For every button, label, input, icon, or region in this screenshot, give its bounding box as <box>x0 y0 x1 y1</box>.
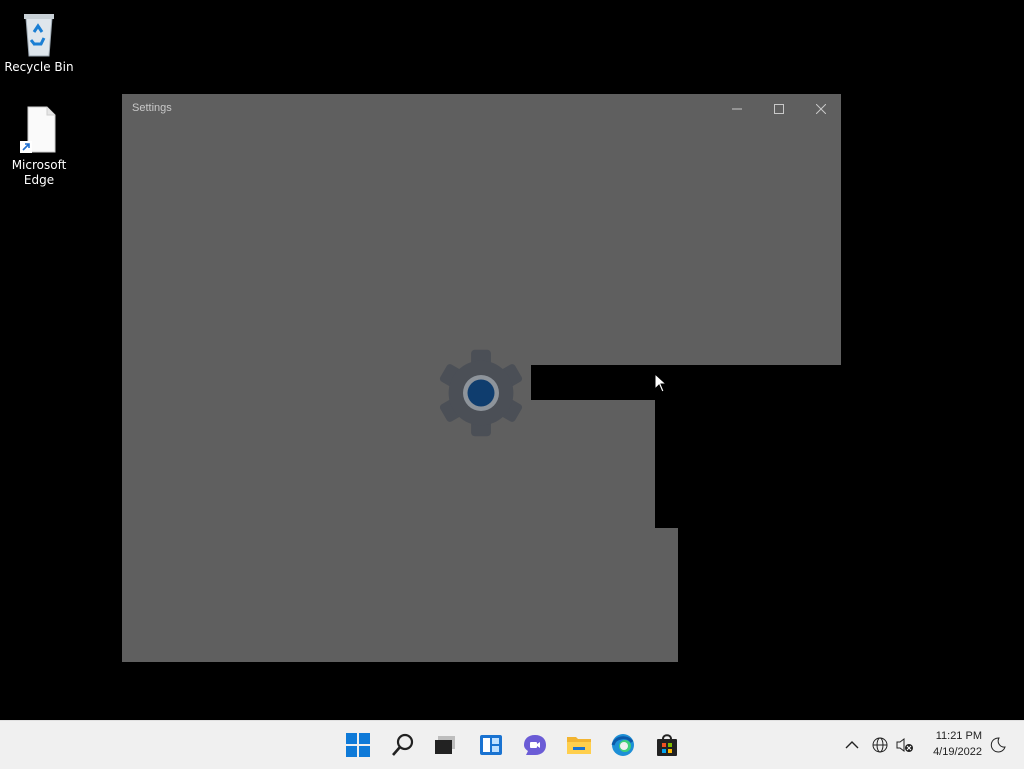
recycle-bin-icon <box>24 14 54 57</box>
edge-shortcut-label: Microsoft Edge <box>11 158 67 187</box>
title-bar[interactable]: Settings <box>122 94 841 124</box>
maximize-icon <box>774 104 784 114</box>
window-title: Settings <box>132 102 172 114</box>
file-explorer-button[interactable] <box>563 729 595 761</box>
clock-date: 4/19/2022 <box>933 746 982 758</box>
show-hidden-icons-button[interactable] <box>841 733 863 757</box>
focus-assist-icon <box>990 737 1006 753</box>
minimize-icon <box>732 108 742 110</box>
minimize-button[interactable] <box>717 94 757 124</box>
chevron-up-icon <box>845 741 859 749</box>
start-icon <box>346 733 370 757</box>
network-icon <box>872 737 888 753</box>
clock-time: 11:21 PM <box>935 730 982 742</box>
gear-icon <box>439 349 523 437</box>
desktop-icon-recycle-bin[interactable]: Recycle Bin <box>1 8 77 75</box>
edge-icon <box>611 734 634 756</box>
network-button[interactable] <box>869 733 891 757</box>
volume-button[interactable] <box>894 733 916 757</box>
close-button[interactable] <box>801 94 841 124</box>
search-icon <box>392 733 414 756</box>
chat-icon <box>524 735 546 755</box>
task-view-button[interactable] <box>429 729 461 761</box>
edge-button[interactable] <box>607 729 639 761</box>
desktop-icon-edge[interactable]: Microsoft Edge <box>1 106 77 188</box>
mouse-pointer-icon <box>654 373 668 393</box>
file-explorer-icon <box>567 737 591 754</box>
focus-assist-button[interactable] <box>987 733 1009 757</box>
store-button[interactable] <box>651 729 683 761</box>
widgets-button[interactable] <box>475 729 507 761</box>
clock[interactable]: 11:21 PM 4/19/2022 <box>933 728 982 760</box>
unpainted-region <box>678 365 841 662</box>
close-icon <box>816 104 826 114</box>
volume-muted-icon <box>896 738 913 752</box>
edge-shortcut-icon <box>20 106 56 153</box>
task-view-icon <box>435 736 455 754</box>
start-button[interactable] <box>342 729 374 761</box>
recycle-bin-label: Recycle Bin <box>4 60 74 74</box>
maximize-button[interactable] <box>759 94 799 124</box>
chat-button[interactable] <box>519 729 551 761</box>
taskbar: 11:21 PM 4/19/2022 <box>0 720 1024 769</box>
widgets-icon <box>480 735 502 755</box>
search-button[interactable] <box>387 729 419 761</box>
store-icon <box>657 734 677 756</box>
